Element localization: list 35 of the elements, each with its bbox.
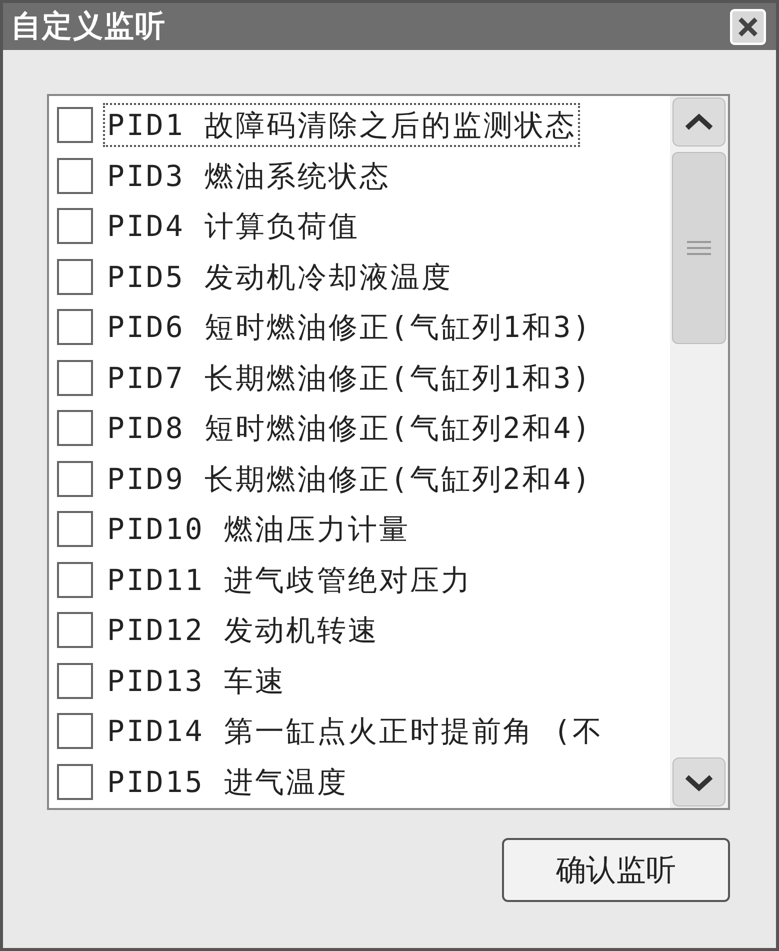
list-item-label[interactable]: PID1 故障码清除之后的监测状态 [103,103,580,148]
scroll-thumb[interactable] [672,152,726,344]
checkbox[interactable] [57,460,93,497]
scroll-down-icon[interactable] [671,756,727,808]
list-item-label[interactable]: PID5 发动机冷却液温度 [103,254,456,299]
list-item-label[interactable]: PID6 短时燃油修正(气缸列1和3) [103,305,596,350]
list-item-label[interactable]: PID3 燃油系统状态 [103,154,394,198]
list-item-label[interactable]: PID14 第一缸点火正时提前角 (不 [103,709,608,754]
window-title: 自定义监听 [11,8,166,46]
list-item-label[interactable]: PID12 发动机转速 [103,608,383,652]
checkbox[interactable] [57,258,93,295]
list-item-label[interactable]: PID11 进气歧管绝对压力 [103,558,476,602]
scroll-up-icon[interactable] [671,96,727,148]
list-item-label[interactable]: PID4 计算负荷值 [103,204,364,248]
list-item-label[interactable]: PID8 短时燃油修正(气缸列2和4) [103,406,596,450]
close-icon[interactable] [730,8,766,44]
list-item-label[interactable]: PID7 长期燃油修正(气缸列1和3) [103,356,596,400]
checkbox[interactable] [57,713,93,750]
checkbox[interactable] [57,360,93,396]
checkbox[interactable] [57,511,93,548]
list-item-label[interactable]: PID10 燃油压力计量 [103,507,414,552]
list-item-label[interactable]: PID15 进气温度 [103,760,352,804]
checkbox[interactable] [57,410,93,446]
checkbox[interactable] [57,662,93,699]
checkbox[interactable] [57,309,93,346]
confirm-button[interactable]: 确认监听 [502,838,730,902]
checkbox[interactable] [57,562,93,598]
list-item-label[interactable]: PID9 长期燃油修正(气缸列2和4) [103,456,596,501]
checkbox[interactable] [57,107,93,144]
list-item-label[interactable]: PID13 车速 [103,658,290,703]
checkbox[interactable] [57,208,93,244]
checkbox[interactable] [57,612,93,648]
checkbox[interactable] [57,158,93,194]
scrollbar[interactable] [670,96,728,808]
checkbox[interactable] [57,764,93,800]
